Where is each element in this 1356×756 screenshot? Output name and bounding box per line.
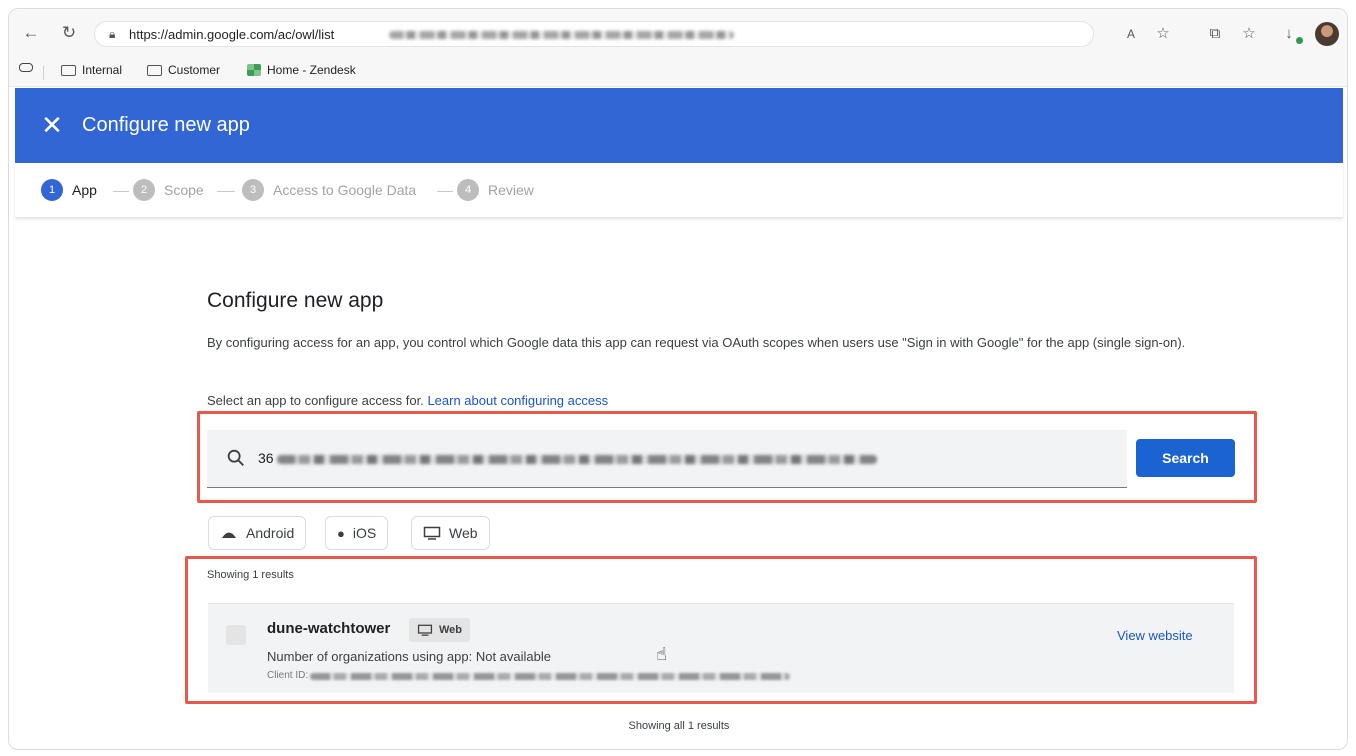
- url-text: https://admin.google.com/ac/owl/list: [129, 27, 335, 42]
- close-icon[interactable]: ✕: [37, 110, 67, 140]
- select-prompt-text: Select an app to configure access for.: [207, 393, 424, 408]
- step-scope: 2 Scope: [133, 179, 204, 201]
- lock-icon: 🔒︎: [109, 27, 116, 41]
- bookmark-label: Internal: [82, 63, 123, 77]
- step-connector: [217, 191, 235, 192]
- star-icon[interactable]: ☆: [1153, 24, 1173, 44]
- stepper: 1 App 2 Scope 3 Access to Google Data 4 …: [15, 163, 1343, 217]
- extensions-icon[interactable]: ⧉: [1205, 24, 1225, 44]
- step-label: Access to Google Data: [273, 182, 417, 198]
- filter-label: Web: [449, 525, 478, 541]
- learn-about-link[interactable]: Learn about configuring access: [427, 393, 608, 408]
- client-id-label: Client ID:: [267, 670, 309, 681]
- app-type-tag: Web: [409, 618, 471, 642]
- search-value: 36: [258, 450, 274, 466]
- app-name: dune-watchtower: [267, 620, 391, 637]
- select-prompt: Select an app to configure access for. L…: [207, 393, 608, 408]
- step-label: App: [72, 182, 97, 198]
- back-arrow-icon[interactable]: ←: [21, 23, 41, 43]
- client-id-redacted: [310, 673, 790, 680]
- filter-ios[interactable]: ● iOS: [325, 516, 389, 550]
- description: By configuring access for an app, you co…: [207, 335, 1186, 350]
- favorites-icon[interactable]: ☆: [1239, 24, 1259, 44]
- results-count: Showing 1 results: [207, 569, 294, 581]
- step-connector: [113, 191, 129, 192]
- app-header: ✕ Configure new app: [15, 88, 1343, 163]
- android-icon: [222, 532, 236, 538]
- browser-toolbar: ← ↻ 🔒︎ https://admin.google.com/ac/owl/l…: [9, 9, 1347, 57]
- step-number: 3: [242, 179, 264, 201]
- zendesk-icon: [247, 64, 261, 76]
- step-number: 4: [457, 179, 479, 201]
- results-footer: Showing all 1 results: [628, 720, 730, 732]
- step-access: 3 Access to Google Data: [242, 179, 416, 201]
- filter-android[interactable]: Android: [208, 516, 307, 550]
- address-bar[interactable]: 🔒︎ https://admin.google.com/ac/owl/list: [94, 21, 1094, 47]
- hand-cursor-icon: ☝︎: [656, 644, 667, 664]
- step-label: Scope: [164, 182, 204, 198]
- divider: [43, 66, 44, 80]
- bookmark-zendesk[interactable]: Home - Zendesk: [247, 63, 356, 77]
- read-aloud-icon[interactable]: A: [1121, 24, 1141, 44]
- download-status-icon: [1296, 37, 1303, 44]
- step-review: 4 Review: [457, 179, 534, 201]
- filter-web[interactable]: Web: [411, 516, 490, 550]
- folder-icon: [61, 64, 76, 76]
- step-label: Review: [488, 182, 534, 198]
- apple-icon: ●: [337, 525, 345, 541]
- search-button[interactable]: Search: [1136, 439, 1235, 477]
- step-number: 2: [133, 179, 155, 201]
- filter-label: iOS: [352, 525, 377, 541]
- view-website-link[interactable]: View website: [1117, 628, 1193, 643]
- bookmark-label: Home - Zendesk: [267, 63, 356, 77]
- filter-label: Android: [246, 525, 295, 541]
- url-redacted: [389, 31, 734, 39]
- search-icon: [227, 449, 244, 466]
- bookmark-customer[interactable]: Customer: [147, 63, 220, 77]
- page-title: Configure new app: [207, 289, 384, 312]
- step-app: 1 App: [41, 179, 97, 201]
- header-title: Configure new app: [82, 114, 250, 136]
- step-number: 1: [41, 179, 63, 201]
- monitor-icon: [417, 624, 433, 636]
- search-value-redacted: [277, 455, 877, 464]
- reading-mode-icon[interactable]: [19, 63, 33, 72]
- search-input[interactable]: 36: [207, 430, 1127, 488]
- org-count: Number of organizations using app: Not a…: [267, 649, 552, 664]
- bookmark-label: Customer: [168, 63, 221, 77]
- folder-icon: [147, 64, 162, 76]
- refresh-icon[interactable]: ↻: [59, 23, 79, 43]
- result-row[interactable]: dune-watchtower Web Number of organizati…: [208, 603, 1234, 693]
- browser-window: ← ↻ 🔒︎ https://admin.google.com/ac/owl/l…: [8, 8, 1348, 750]
- app-type-label: Web: [439, 624, 463, 636]
- bookmark-internal[interactable]: Internal: [61, 63, 122, 77]
- bookmarks-bar: Internal Customer Home - Zendesk: [9, 57, 1347, 87]
- monitor-icon: [423, 526, 441, 540]
- step-connector: [437, 191, 453, 192]
- avatar[interactable]: [1315, 22, 1339, 46]
- app-placeholder-icon: [226, 625, 246, 645]
